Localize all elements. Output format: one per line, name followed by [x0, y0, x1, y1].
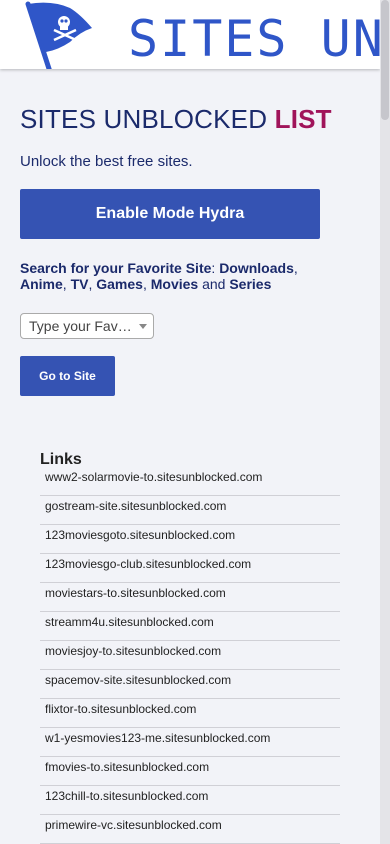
enable-hydra-mode-button[interactable]: Enable Mode Hydra	[20, 189, 320, 239]
search-instructions: Search for your Favorite Site: Downloads…	[20, 260, 340, 292]
page-scrollbar[interactable]	[380, 0, 390, 844]
select-value: Type your Favorite Site	[29, 318, 137, 334]
title-accent: LIST	[274, 104, 332, 134]
link-item[interactable]: 123chill-to.sitesunblocked.com	[40, 786, 340, 815]
pirate-flag-logo-icon	[25, 1, 92, 69]
separator-comma: ,	[293, 260, 298, 276]
category-tv: TV	[70, 276, 89, 292]
logo-text: SITES UNBLOCKED	[128, 10, 380, 68]
category-games: Games	[96, 276, 143, 292]
links-list: www2-solarmovie-to.sitesunblocked.com go…	[40, 467, 340, 844]
separator-comma: ,	[62, 276, 71, 292]
link-item[interactable]: 123moviesgo-club.sitesunblocked.com	[40, 554, 340, 583]
link-item[interactable]: 123moviesgoto.sitesunblocked.com	[40, 525, 340, 554]
link-item[interactable]: fmovies-to.sitesunblocked.com	[40, 757, 340, 786]
link-item[interactable]: moviesjoy-to.sitesunblocked.com	[40, 641, 340, 670]
separator-and: and	[198, 276, 230, 292]
category-movies: Movies	[150, 276, 199, 292]
category-downloads: Downloads	[219, 260, 294, 276]
scrollbar-thumb[interactable]	[381, 0, 389, 120]
link-item[interactable]: gostream-site.sitesunblocked.com	[40, 496, 340, 525]
tagline: Unlock the best free sites.	[20, 153, 193, 170]
go-to-site-button[interactable]: Go to Site	[20, 356, 115, 396]
site-search-select[interactable]: Type your Favorite Site	[20, 313, 154, 339]
link-item[interactable]: spacemov-site.sitesunblocked.com	[40, 670, 340, 699]
link-item[interactable]: streamm4u.sitesunblocked.com	[40, 612, 340, 641]
link-item[interactable]: moviestars-to.sitesunblocked.com	[40, 583, 340, 612]
title-main: SITES UNBLOCKED	[20, 104, 268, 134]
link-item[interactable]: www2-solarmovie-to.sitesunblocked.com	[40, 467, 340, 496]
search-lead: Search for your Favorite Site	[20, 260, 212, 276]
page-title: SITES UNBLOCKED LIST	[20, 104, 332, 135]
link-item[interactable]: w1-yesmovies123-me.sitesunblocked.com	[40, 728, 340, 757]
separator-comma: ,	[142, 276, 151, 292]
link-item[interactable]: flixtor-to.sitesunblocked.com	[40, 699, 340, 728]
site-header: SITES UNBLOCKED	[0, 0, 380, 69]
chevron-down-icon	[139, 324, 147, 329]
category-anime: Anime	[20, 276, 63, 292]
link-item[interactable]: primewire-vc.sitesunblocked.com	[40, 815, 340, 844]
category-series: Series	[229, 276, 272, 292]
